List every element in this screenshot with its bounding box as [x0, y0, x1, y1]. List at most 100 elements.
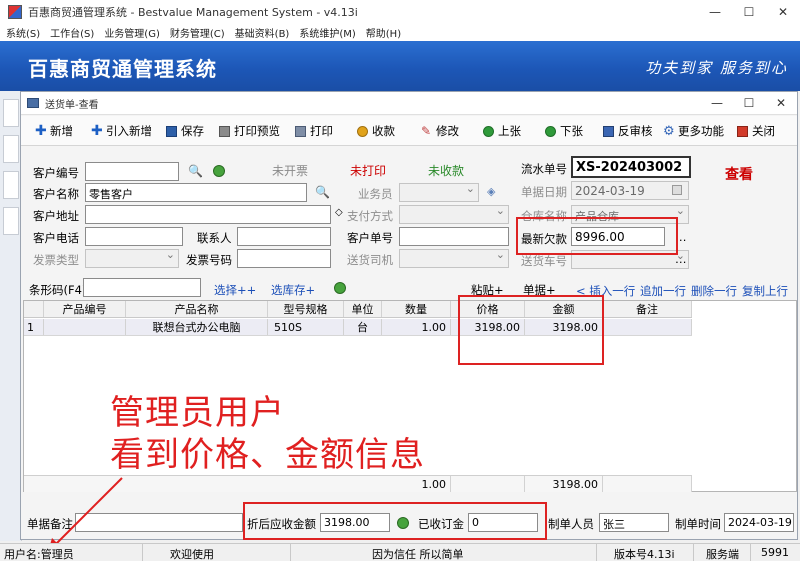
contact-input[interactable]: [237, 227, 331, 246]
prev-button[interactable]: 上张: [483, 123, 521, 139]
inner-titlebar: 送货单-查看 — ☐ ✕: [21, 92, 797, 115]
remark-input[interactable]: [75, 513, 243, 532]
column-header-code[interactable]: 产品编号: [44, 301, 126, 317]
column-header-unit[interactable]: 单位: [344, 301, 382, 317]
customer-no-label: 客户编号: [33, 166, 79, 180]
close-icon[interactable]: ✕: [766, 0, 800, 24]
document-icon: [27, 98, 39, 108]
left-sidebar: [0, 91, 22, 541]
receive-status: 未收款: [428, 164, 465, 178]
salesman-select[interactable]: [399, 183, 479, 202]
select-stock-link[interactable]: 选库存+: [271, 282, 315, 298]
edit-button[interactable]: ✎ 修改: [421, 123, 459, 139]
select-link[interactable]: 选择++: [214, 282, 256, 298]
menu-help[interactable]: 帮助(H): [366, 25, 401, 40]
barcode-label: 条形码(F4): [29, 283, 87, 297]
more-functions-button[interactable]: ⚙ 更多功能: [663, 123, 724, 139]
minimize-icon[interactable]: —: [698, 0, 732, 24]
sidebar-tab[interactable]: [3, 135, 19, 163]
menu-maintenance[interactable]: 系统维护(M): [299, 25, 355, 40]
print-preview-button[interactable]: 打印预览: [219, 123, 280, 139]
menu-workbench[interactable]: 工作台(S): [50, 25, 94, 40]
column-header-qty[interactable]: 数量: [382, 301, 451, 317]
banner-title: 百惠商贸通管理系统: [28, 57, 217, 81]
minimize-icon[interactable]: —: [701, 92, 733, 114]
status-welcome: 欢迎使用: [170, 548, 214, 561]
calendar-icon[interactable]: [672, 185, 682, 195]
app-banner: 百惠商贸通管理系统 功夫到家 服务到心: [0, 41, 800, 91]
customer-address-input[interactable]: [85, 205, 331, 224]
status-bar: 用户名:管理员 欢迎使用 因为信任 所以简单 版本号4.13i 服务端 5991: [0, 543, 800, 561]
menu-basic-data[interactable]: 基础资料(B): [235, 25, 290, 40]
salesman-label: 业务员: [358, 187, 393, 201]
next-button[interactable]: 下张: [545, 123, 583, 139]
sidebar-tab[interactable]: [3, 171, 19, 199]
menu-system[interactable]: 系统(S): [6, 25, 40, 40]
gear-icon: ⚙: [663, 123, 675, 139]
contact-label: 联系人: [197, 231, 232, 245]
search-icon[interactable]: 🔍: [188, 165, 203, 177]
footer-amount: 3198.00: [525, 476, 603, 492]
app-title: 百惠商贸通管理系统 - Bestvalue Management System …: [28, 6, 358, 19]
close-button[interactable]: 关闭: [737, 123, 775, 139]
footer-price: [451, 476, 525, 492]
invoice-type-select[interactable]: [85, 249, 179, 268]
maximize-icon[interactable]: ☐: [733, 92, 765, 114]
cell-remark[interactable]: [603, 319, 692, 335]
cell-name[interactable]: 联想台式办公电脑: [126, 319, 268, 335]
serial-input[interactable]: XS-202403002: [571, 156, 691, 178]
cell-code[interactable]: [44, 319, 126, 335]
import-new-button[interactable]: ✚ 引入新增: [91, 123, 152, 139]
customer-phone-input[interactable]: [85, 227, 183, 246]
pay-method-label: 支付方式: [347, 209, 393, 223]
menu-bar: 系统(S) 工作台(S) 业务管理(G) 财务管理(C) 基础资料(B) 系统维…: [0, 24, 800, 41]
menu-business[interactable]: 业务管理(G): [104, 25, 160, 40]
pencil-icon: ✎: [421, 123, 432, 138]
status-server: 服务端: [706, 548, 739, 561]
globe-icon[interactable]: [334, 282, 346, 294]
coins-icon: [357, 125, 368, 137]
view-mode-badge: 查看: [725, 167, 753, 183]
sidebar-tab[interactable]: [3, 207, 19, 235]
maximize-icon[interactable]: ☐: [732, 0, 766, 24]
print-preview-icon: [219, 125, 230, 137]
pay-method-select[interactable]: [399, 205, 509, 224]
price-amount-highlight-box: [458, 295, 604, 365]
column-header-name[interactable]: 产品名称: [126, 301, 268, 317]
inner-title: 送货单-查看: [45, 99, 99, 111]
document-stamp-icon: [603, 125, 614, 137]
search-icon[interactable]: 🔍: [315, 186, 330, 198]
sidebar-tab[interactable]: [3, 99, 19, 127]
customer-order-label: 客户单号: [347, 231, 393, 245]
invoice-no-label: 发票号码: [186, 253, 232, 267]
customer-name-label: 客户名称: [33, 187, 79, 201]
close-icon[interactable]: ✕: [765, 92, 797, 114]
customer-order-input[interactable]: [399, 227, 509, 246]
eraser-icon[interactable]: ◈: [487, 186, 499, 198]
maker-label: 制单人员: [548, 517, 594, 531]
maker-input: 张三: [599, 513, 669, 532]
save-button[interactable]: 保存: [166, 123, 204, 139]
delete-row-link[interactable]: 删除一行: [691, 283, 737, 299]
menu-finance[interactable]: 财务管理(C): [170, 25, 225, 40]
copy-up-row-link[interactable]: 复制上行: [742, 283, 788, 299]
cell-unit[interactable]: 台: [344, 319, 382, 335]
receive-button[interactable]: 收款: [357, 123, 395, 139]
status-port: 5991: [761, 546, 789, 559]
cell-model[interactable]: 510S: [268, 319, 344, 335]
new-button[interactable]: ✚ 新增: [35, 123, 73, 139]
truck-label: 送货车号: [521, 254, 567, 268]
status-dot-icon[interactable]: [213, 165, 225, 177]
cell-qty[interactable]: 1.00: [382, 319, 451, 335]
make-time-input: 2024-03-19: [724, 513, 794, 532]
invoice-no-input[interactable]: [237, 249, 331, 268]
reverse-audit-button[interactable]: 反审核: [603, 123, 653, 139]
column-header-remark[interactable]: 备注: [603, 301, 692, 317]
customer-name-input[interactable]: 零售客户: [85, 183, 307, 202]
append-row-link[interactable]: 追加一行: [640, 283, 686, 299]
customer-no-input[interactable]: [85, 162, 179, 181]
barcode-input[interactable]: [83, 278, 201, 297]
print-button[interactable]: 打印: [295, 123, 333, 139]
column-header-model[interactable]: 型号规格: [268, 301, 344, 317]
driver-select[interactable]: [399, 249, 509, 268]
